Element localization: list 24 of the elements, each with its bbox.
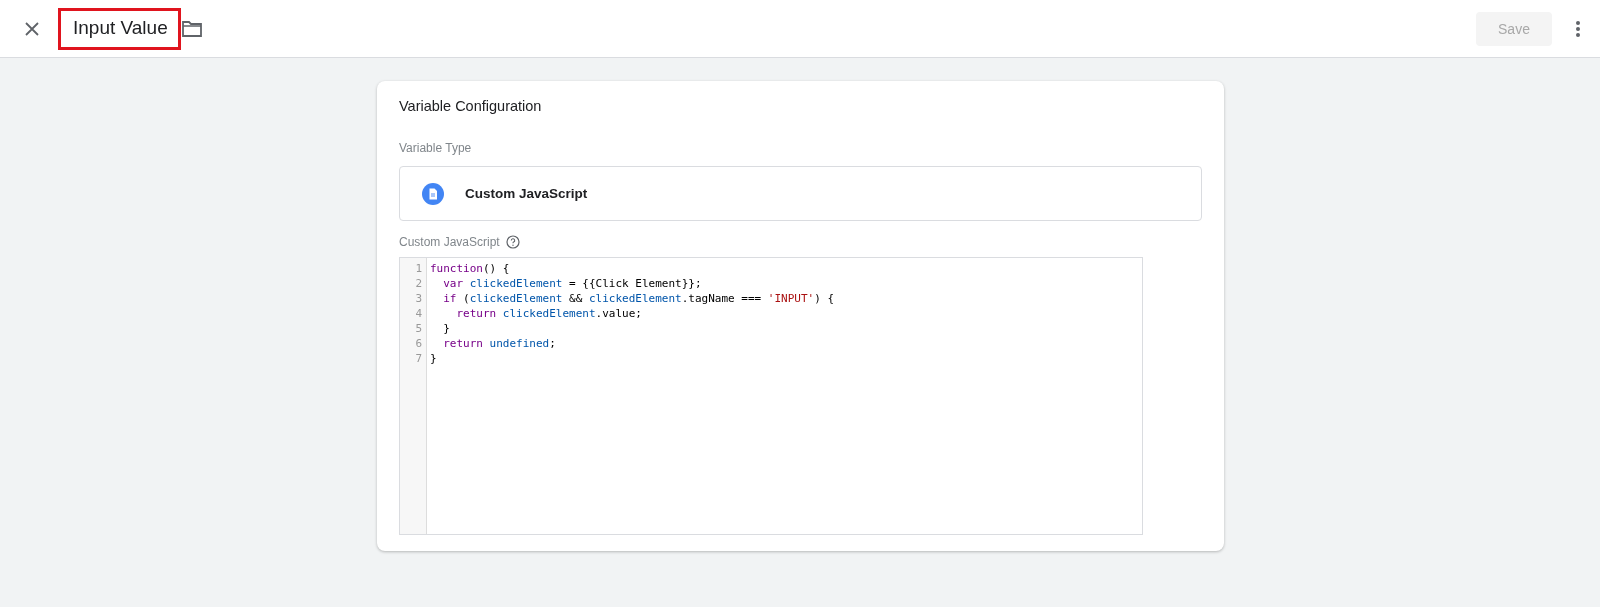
folder-icon[interactable] [180,18,203,39]
help-icon[interactable] [505,235,520,249]
line-number: 6 [414,336,423,351]
card-title: Variable Configuration [399,98,542,114]
code-line: } [442,321,451,336]
code-editor[interactable]: 1 2 3 4 5 6 7 function() { var clickedElement = {{Click Element}}; if (clickedElement && clickedElement.tagName === 'INPUT') { return clickedElement.value; } return undefined; } [399,257,1143,535]
line-number: 7 [414,351,423,366]
document-icon [422,182,444,205]
variable-type-selector[interactable]: Custom JavaScript [399,166,1202,221]
custom-javascript-label: Custom JavaScript [399,235,500,249]
code-line: function() { [430,261,511,276]
code-line: if (clickedElement && clickedElement.tagName === 'INPUT') { [442,291,834,306]
line-number: 1 [414,261,423,276]
line-number: 5 [414,321,423,336]
line-number: 2 [414,276,423,291]
line-number: 4 [414,306,423,321]
variable-type-label: Variable Type [399,141,472,155]
line-number: 3 [414,291,423,306]
code-line: var clickedElement = {{Click Element}}; [442,276,703,291]
variable-name-field[interactable]: Input Value [58,7,181,50]
code-line: } [430,351,438,366]
code-line: return clickedElement.value; [455,306,643,321]
variable-type-name: Custom JavaScript [465,186,588,201]
code-line: return undefined; [442,336,557,351]
